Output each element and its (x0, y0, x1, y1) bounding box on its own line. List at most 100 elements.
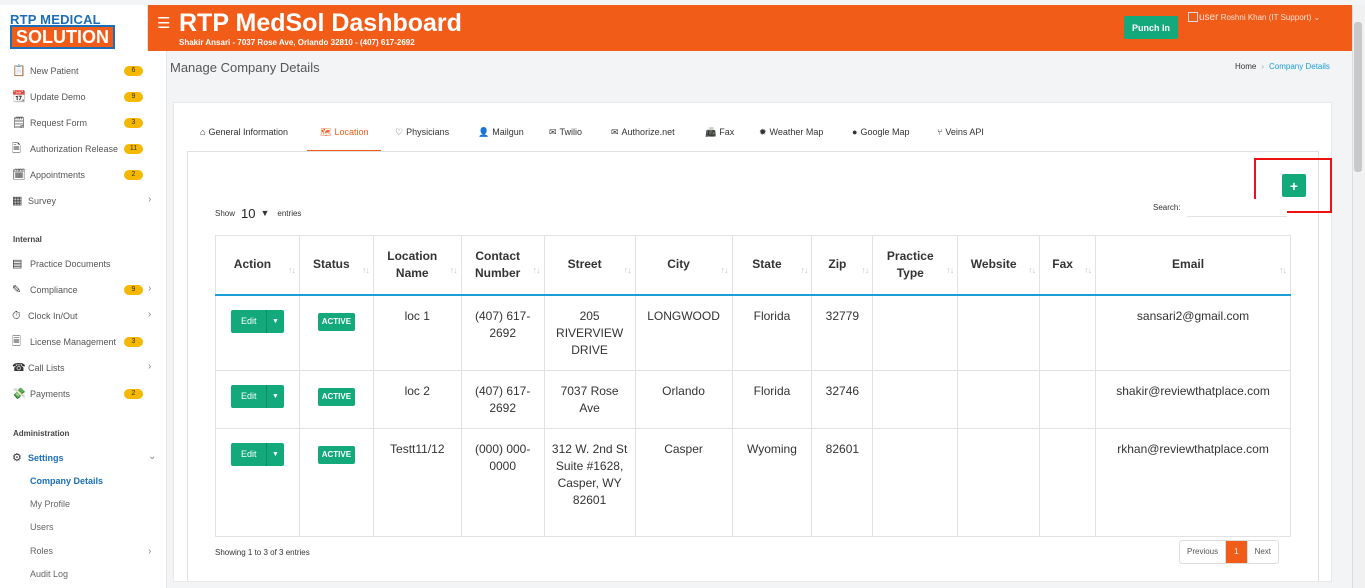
status-badge: ACTIVE (317, 388, 356, 406)
column-label: Email (1172, 257, 1205, 272)
column-header-fax[interactable]: Fax ↑↓ (1039, 235, 1097, 296)
tab-google-map[interactable]: ● Google Map (852, 120, 909, 151)
state-cell: Wyoming (731, 428, 813, 537)
sidebar-item-label: Request Form (30, 118, 88, 128)
heart-icon: ♡ (395, 127, 404, 137)
street-cell: 7037 Rose Ave (543, 370, 636, 429)
fax-cell (1039, 370, 1097, 429)
sidebar-item-label: Update Demo (30, 92, 86, 102)
app-title: RTP MedSol Dashboard (179, 9, 462, 37)
column-label: Practice Type (886, 248, 934, 280)
sort-icon: ↑↓ (720, 265, 729, 275)
sidebar-item-practice-documents[interactable]: ▤ Practice Documents (0, 254, 167, 274)
sidebar-item-label: License Management (30, 337, 117, 347)
tab-label: Google Map (860, 127, 910, 137)
sidebar-item-clock-in-out[interactable]: ⏱ Clock In/Out › (0, 306, 167, 326)
column-header-zip[interactable]: Zip ↑↓ (811, 235, 874, 296)
sidebar-item-appointments[interactable]: 🗓 Appointments 2 (0, 165, 167, 185)
column-header-status[interactable]: Status ↑↓ (298, 235, 374, 296)
sidebar-subitem-my-profile[interactable]: My Profile (30, 499, 70, 509)
column-header-location-name[interactable]: Location Name ↑↓ (372, 235, 462, 296)
logo[interactable]: RTP MEDICAL SOLUTION (0, 5, 148, 51)
scrollbar-thumb[interactable] (1354, 22, 1362, 172)
tab-twilio[interactable]: ✉ Twilio (549, 120, 582, 151)
sidebar-item-survey[interactable]: ▦ Survey › (0, 191, 167, 211)
tab-location[interactable]: 🗺 Location (307, 120, 382, 151)
add-location-button[interactable]: + (1282, 174, 1306, 197)
fax-cell (1039, 294, 1097, 371)
previous-page-button[interactable]: Previous (1180, 541, 1227, 563)
sidebar-item-call-lists[interactable]: ☎ Call Lists › (0, 358, 167, 378)
column-header-state[interactable]: State ↑↓ (731, 235, 813, 296)
breadcrumb-current[interactable]: Company Details (1269, 62, 1330, 71)
table-header-row: Action ↑↓ Status ↑↓ Location Name ↑↓ Contac… (215, 235, 1291, 296)
chevron-down-icon[interactable]: ▼ (260, 208, 269, 218)
tab-weather-map[interactable]: ✹ Weather Map (759, 120, 823, 151)
user-icon: 👤 (478, 127, 490, 137)
sun-icon: ✹ (759, 127, 767, 137)
avatar (1188, 12, 1198, 22)
sidebar-item-authorization-release[interactable]: 🗎 Authorization Release 11 (0, 139, 167, 159)
sort-icon: ↑↓ (287, 265, 296, 275)
column-label: Street (567, 257, 602, 272)
sidebar-item-settings[interactable]: ⚙ Settings ⌄ (0, 448, 167, 468)
next-page-button[interactable]: Next (1246, 541, 1278, 563)
sidebar-subitem-roles[interactable]: Roles (30, 546, 53, 556)
search-input[interactable] (1187, 199, 1287, 217)
tab-fax[interactable]: 📠 Fax (705, 120, 734, 151)
column-header-action[interactable]: Action ↑↓ (215, 235, 300, 296)
sidebar-item-update-demo[interactable]: 📆 Update Demo 9 (0, 87, 167, 107)
column-header-contact-number[interactable]: Contact Number ↑↓ (460, 235, 545, 296)
sidebar-item-request-form[interactable]: 🗒 Request Form 3 (0, 113, 167, 133)
caret-down-icon[interactable]: ▼ (265, 385, 284, 408)
form-icon: 🗒 (12, 117, 26, 129)
appointment-icon: 🗓 (12, 169, 26, 181)
table-row: Edit ▼ ACTIVE loc 2 (407) 617-2692 7037 R… (215, 370, 1291, 429)
tab-mailgun[interactable]: 👤 Mailgun (478, 120, 524, 151)
sidebar-subitem-users[interactable]: Users (30, 522, 54, 532)
column-header-street[interactable]: Street ↑↓ (543, 235, 636, 296)
caret-down-icon[interactable]: ▼ (265, 443, 284, 466)
street-cell: 205 RIVERVIEW DRIVE (543, 294, 636, 371)
status-badge: ACTIVE (317, 312, 356, 331)
hamburger-icon[interactable]: ☰ (157, 14, 170, 32)
tab-authorize-net[interactable]: ✉ Authorize.net (611, 120, 675, 151)
column-header-email[interactable]: Email ↑↓ (1095, 235, 1291, 296)
edit-button[interactable]: Edit ▼ (230, 309, 284, 333)
sidebar-subitem-audit-log[interactable]: Audit Log (30, 569, 68, 579)
column-header-city[interactable]: City ↑↓ (634, 235, 733, 296)
count-badge: 9 (124, 285, 143, 295)
survey-icon: ▦ (12, 195, 23, 207)
sidebar-item-label: Practice Documents (30, 259, 111, 269)
column-header-practice-type[interactable]: Practice Type ↑↓ (872, 235, 959, 296)
sidebar-item-payments[interactable]: 💸 Payments 2 (0, 384, 167, 404)
location-name-cell: Testt11/12 (372, 428, 462, 537)
section-administration: Administration (13, 429, 70, 438)
page-size-select[interactable]: 10 (241, 206, 255, 221)
count-badge: 2 (124, 170, 143, 180)
sidebar-subitem-company-details[interactable]: Company Details (30, 476, 103, 486)
breadcrumb-home[interactable]: Home (1235, 62, 1256, 71)
caret-down-icon[interactable]: ▼ (265, 309, 284, 333)
street-cell: 312 W. 2nd St Suite #1628, Casper, WY 82… (543, 428, 636, 537)
column-label: Location Name (387, 248, 438, 280)
user-menu[interactable]: user Roshni Khan (IT Support) ⌄ (1188, 12, 1320, 23)
sidebar-item-license-management[interactable]: 🗏 License Management 3 (0, 332, 167, 352)
count-badge: 11 (124, 144, 143, 154)
tab-general-information[interactable]: ⌂ General Information (200, 120, 288, 151)
sidebar-item-new-patient[interactable]: 📋 New Patient 6 (0, 61, 167, 81)
action-cell: Edit ▼ (215, 294, 300, 371)
table-row: Edit ▼ ACTIVE Testt11/12 (000) 000-0000 3… (215, 428, 1291, 537)
entries-label: entries (277, 209, 302, 218)
tab-label: Mailgun (492, 127, 524, 137)
page-1-button[interactable]: 1 (1226, 541, 1247, 563)
column-header-website[interactable]: Website ↑↓ (957, 235, 1041, 296)
punch-in-button[interactable]: Punch In (1124, 16, 1178, 39)
branch-icon: ⑂ (937, 127, 943, 137)
edit-button[interactable]: Edit ▼ (230, 443, 284, 466)
sidebar-item-compliance[interactable]: ✎ Compliance 9 › (0, 280, 167, 300)
edit-button[interactable]: Edit ▼ (230, 385, 284, 408)
tab-physicians[interactable]: ♡ Physicians (395, 120, 449, 151)
column-label: Status (313, 257, 350, 272)
tab-veins-api[interactable]: ⑂ Veins API (937, 120, 984, 151)
